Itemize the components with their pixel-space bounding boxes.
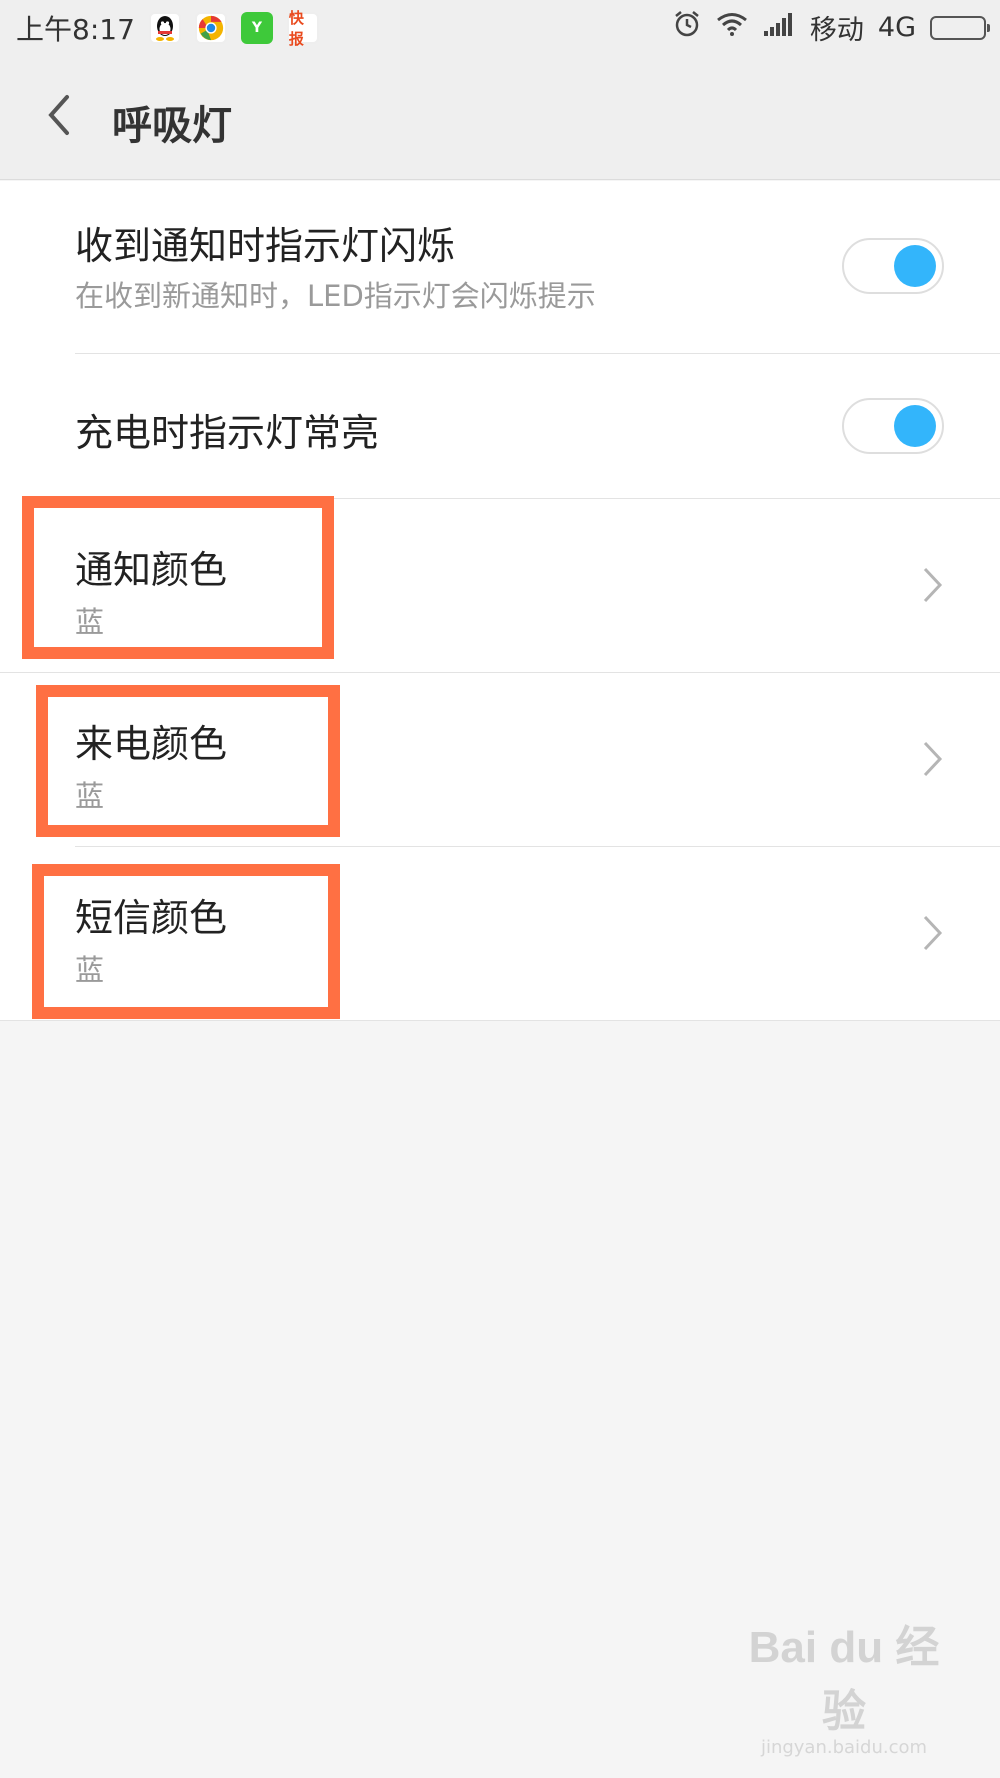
- setting-notify-blink[interactable]: 收到通知时指示灯闪烁 在收到新通知时，LED指示灯会闪烁提示: [0, 181, 1000, 354]
- carrier-label: 移动: [809, 15, 864, 46]
- back-button[interactable]: [30, 83, 86, 147]
- green-app-icon: Y: [240, 11, 273, 44]
- network-label: 4G: [877, 12, 916, 43]
- qq-icon: [148, 11, 181, 44]
- browser-icon: [194, 11, 227, 44]
- watermark-url: jingyan.baidu.com: [760, 1737, 928, 1758]
- status-bar: 上午8:17 Y 快报 移动 4G: [0, 0, 1000, 55]
- setting-subtitle: 在收到新通知时，LED指示灯会闪烁提示: [75, 279, 596, 313]
- status-time: 上午8:17: [16, 12, 135, 46]
- alarm-icon: [672, 9, 702, 46]
- watermark-logo: Bai du 经验: [748, 1623, 940, 1736]
- wifi-icon: [716, 11, 748, 44]
- notify-blink-toggle[interactable]: [842, 238, 944, 294]
- page-title: 呼吸灯: [112, 103, 232, 149]
- highlight-box: [32, 864, 340, 1019]
- highlight-box: [36, 685, 340, 837]
- chevron-right-icon: [918, 565, 948, 605]
- signal-icon: [762, 11, 796, 44]
- chevron-right-icon: [918, 913, 948, 953]
- setting-title: 充电时指示灯常亮: [75, 411, 380, 455]
- setting-charging-on[interactable]: 充电时指示灯常亮: [0, 354, 1000, 499]
- battery-icon: [930, 15, 990, 40]
- status-left: 上午8:17 Y 快报: [16, 0, 319, 55]
- setting-title: 收到通知时指示灯闪烁: [75, 224, 456, 268]
- chevron-right-icon: [918, 739, 948, 779]
- status-right: 移动 4G: [658, 0, 990, 55]
- charging-on-toggle[interactable]: [842, 398, 944, 454]
- chevron-left-icon: [48, 95, 69, 135]
- header: 呼吸灯: [0, 55, 1000, 180]
- watermark: Bai du 经验 jingyan.baidu.com: [744, 1611, 944, 1758]
- highlight-box: [22, 496, 334, 659]
- news-app-icon: 快报: [286, 9, 319, 48]
